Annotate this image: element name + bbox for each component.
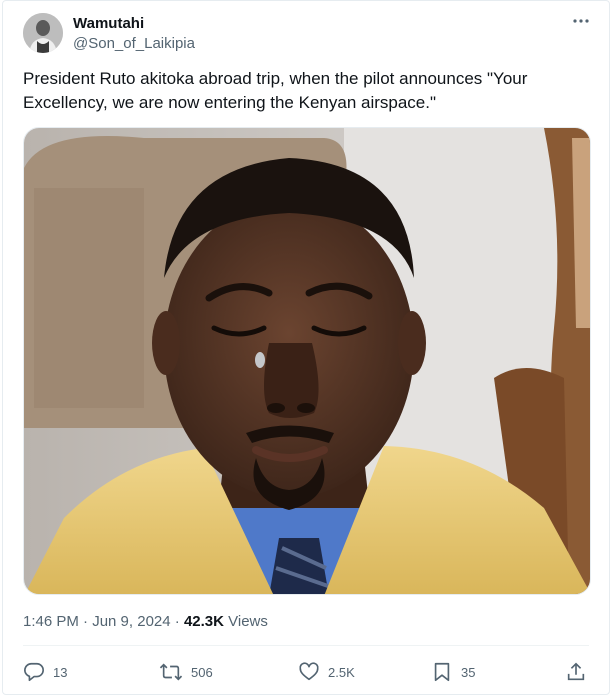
- meta-separator: ·: [174, 613, 184, 630]
- bookmark-icon: [431, 661, 453, 683]
- share-icon: [565, 661, 587, 683]
- more-icon[interactable]: [571, 11, 591, 36]
- views-label: Views: [228, 613, 268, 630]
- share-button[interactable]: [565, 659, 587, 685]
- action-bar: 13 506 2.5K 35: [23, 659, 593, 685]
- like-count: 2.5K: [328, 664, 355, 680]
- bookmark-count: 35: [461, 664, 476, 680]
- divider: [23, 645, 589, 646]
- reply-count: 13: [53, 664, 68, 680]
- reply-button[interactable]: 13: [23, 659, 67, 685]
- timestamp[interactable]: 1:46 PM · Jun 9, 2024: [23, 613, 171, 630]
- repost-icon: [159, 661, 183, 683]
- tweet-text: President Ruto akitoka abroad trip, when…: [23, 69, 528, 112]
- reply-icon: [23, 661, 45, 683]
- views-count: 42.3K: [183, 613, 224, 630]
- tweet-media[interactable]: [23, 127, 591, 595]
- bookmark-button[interactable]: 35: [431, 659, 475, 685]
- repost-button[interactable]: 506: [159, 659, 213, 685]
- tweet-card: Wamutahi @Son_of_Laikipia President Ruto…: [2, 0, 610, 695]
- avatar-image: [23, 13, 63, 53]
- like-button[interactable]: 2.5K: [298, 659, 355, 685]
- avatar[interactable]: [23, 13, 63, 53]
- user-handle[interactable]: @Son_of_Laikipia: [73, 35, 195, 52]
- display-name[interactable]: Wamutahi: [73, 15, 144, 32]
- tweet-photo: [24, 128, 590, 594]
- like-icon: [298, 661, 320, 683]
- tweet-meta: 1:46 PM · Jun 9, 2024 · 42.3K Views: [23, 613, 268, 630]
- repost-count: 506: [191, 664, 213, 680]
